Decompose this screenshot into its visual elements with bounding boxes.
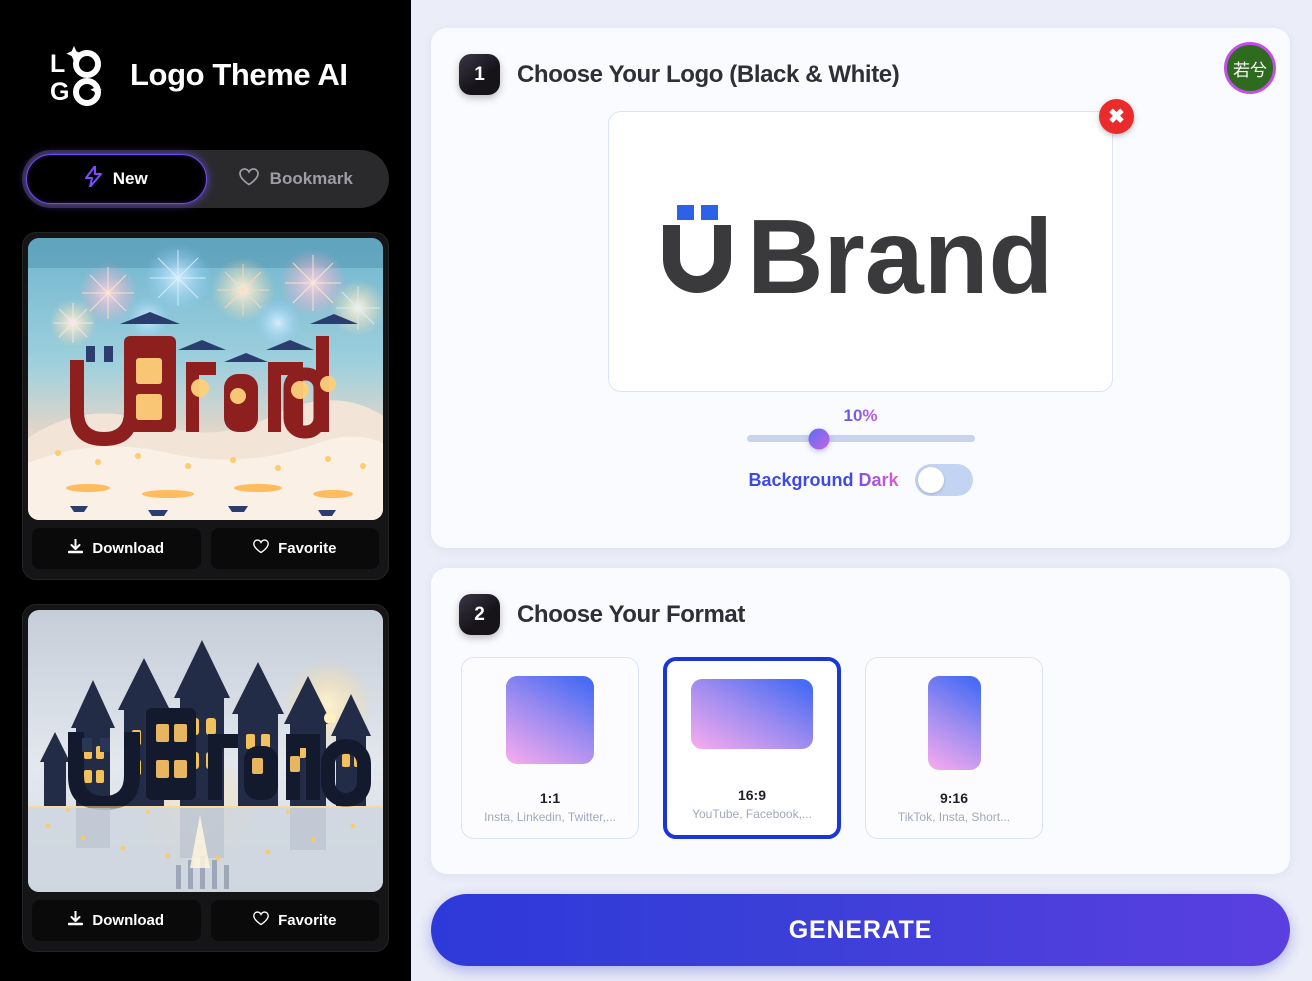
format-sub: Insta, Linkedin, Twitter,... — [484, 810, 616, 824]
logo-preview-wrap: ✖ Brand — [431, 99, 1290, 392]
card-actions: Download Favorite — [28, 528, 383, 571]
format-sub: YouTube, Facebook,... — [692, 807, 812, 821]
heart-icon — [253, 539, 269, 558]
slider-thumb[interactable] — [808, 428, 830, 449]
download-icon — [68, 909, 84, 931]
svg-text:G: G — [50, 78, 69, 106]
sidebar-tabs: New Bookmark — [22, 150, 389, 208]
tab-new-label: New — [112, 169, 148, 188]
favorite-button[interactable]: Favorite — [210, 528, 379, 569]
avatar-initials: 若兮 — [1233, 60, 1267, 80]
list-item[interactable]: Download Favorite — [22, 604, 389, 952]
list-item[interactable]: Download Favorite — [22, 232, 389, 580]
logo-preview-box[interactable]: ✖ Brand — [608, 99, 1134, 392]
background-word: Background — [748, 469, 854, 490]
format-label: 1:1 — [539, 790, 561, 806]
step-1-header: 1 Choose Your Logo (Black & White) — [431, 28, 1290, 95]
step-2-title: Choose Your Format — [517, 600, 745, 628]
aspect-swatch-9-16 — [927, 676, 981, 770]
step-1-panel: 若兮 1 Choose Your Logo (Black & White) ✖ … — [431, 28, 1290, 548]
step-badge-2: 2 — [459, 594, 500, 635]
background-dark-toggle[interactable] — [914, 464, 973, 496]
tab-bookmark-label: Bookmark — [269, 169, 353, 188]
step-badge-1: 1 — [459, 54, 500, 95]
dark-word: Dark — [858, 469, 899, 490]
slider-value-label: 10% — [843, 406, 878, 425]
background-dark-label: Background Dark — [748, 470, 898, 491]
close-icon[interactable]: ✖ — [1099, 99, 1134, 134]
sidebar: L G Logo Theme AI New Bookmark Download … — [0, 0, 411, 981]
heart-icon — [238, 167, 259, 191]
card-actions: Download Favorite — [28, 900, 383, 943]
brand-row: L G Logo Theme AI — [22, 0, 389, 150]
format-option-1-1[interactable]: 1:1 Insta, Linkedin, Twitter,... — [461, 657, 639, 839]
background-dark-row: Background Dark — [748, 464, 973, 522]
favorite-label: Favorite — [278, 540, 337, 557]
tab-new[interactable]: New — [26, 154, 207, 204]
download-button[interactable]: Download — [32, 528, 201, 569]
lightning-bolt-icon — [84, 165, 102, 192]
step-2-panel: 2 Choose Your Format 1:1 Insta, Linkedin… — [431, 568, 1290, 874]
step-2-header: 2 Choose Your Format — [431, 568, 1290, 635]
opacity-slider-block: 10% Background Dark — [431, 406, 1290, 522]
favorite-button[interactable]: Favorite — [210, 900, 379, 941]
generate-button[interactable]: GENERATE — [431, 894, 1290, 966]
logo-thumbnail-fireworks[interactable] — [28, 238, 383, 520]
download-label: Download — [92, 912, 165, 929]
toggle-knob — [917, 467, 944, 493]
favorite-label: Favorite — [278, 912, 337, 929]
format-sub: TikTok, Insta, Short... — [897, 810, 1011, 824]
heart-icon — [253, 911, 269, 930]
ubrand-logo-icon: Brand — [662, 198, 1053, 307]
main-content: 若兮 1 Choose Your Logo (Black & White) ✖ … — [411, 0, 1312, 981]
format-label: 9:16 — [939, 790, 969, 806]
tab-bookmark[interactable]: Bookmark — [207, 154, 386, 204]
step-1-title: Choose Your Logo (Black & White) — [517, 60, 900, 88]
avatar[interactable]: 若兮 — [1224, 42, 1276, 94]
format-label: 16:9 — [737, 787, 767, 803]
logo-wordmark-icon: L G — [50, 44, 112, 106]
page-title: Logo Theme AI — [130, 57, 348, 92]
logo-thumbnail-castle[interactable] — [28, 610, 383, 892]
format-option-9-16[interactable]: 9:16 TikTok, Insta, Short... — [865, 657, 1043, 839]
aspect-swatch-16-9 — [691, 679, 813, 749]
aspect-swatch-1-1 — [506, 676, 594, 764]
format-option-16-9[interactable]: 16:9 YouTube, Facebook,... — [663, 657, 841, 839]
opacity-slider[interactable] — [746, 428, 975, 449]
format-options: 1:1 Insta, Linkedin, Twitter,... 16:9 Yo… — [431, 635, 1290, 869]
svg-text:L: L — [50, 50, 65, 78]
download-button[interactable]: Download — [32, 900, 201, 941]
download-label: Download — [92, 540, 165, 557]
download-icon — [68, 537, 84, 559]
app-root: L G Logo Theme AI New Bookmark Download … — [0, 0, 1312, 981]
logo-wordmark-text: Brand — [747, 198, 1053, 307]
